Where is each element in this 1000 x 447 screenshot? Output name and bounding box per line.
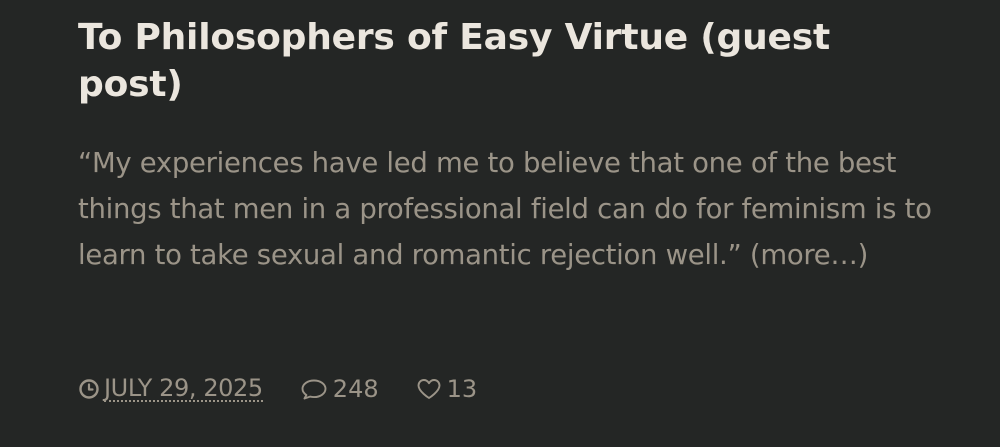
post-meta: JULY 29, 2025 248 13	[78, 372, 477, 406]
speech-bubble-icon	[301, 379, 327, 400]
post-comments[interactable]: 248	[299, 375, 379, 403]
likes-count: 13	[446, 375, 478, 403]
read-more-link[interactable]: (more…)	[750, 239, 868, 271]
clock-icon	[79, 379, 99, 399]
heart-icon	[417, 379, 441, 399]
post-date: JULY 29, 2025	[78, 376, 263, 402]
post-excerpt: “My experiences have led me to believe t…	[78, 140, 938, 278]
post-date-link[interactable]: JULY 29, 2025	[104, 376, 263, 402]
comments-count: 248	[332, 375, 379, 403]
post-likes[interactable]: 13	[415, 375, 478, 403]
post-title[interactable]: To Philosophers of Easy Virtue (guest po…	[78, 14, 938, 108]
